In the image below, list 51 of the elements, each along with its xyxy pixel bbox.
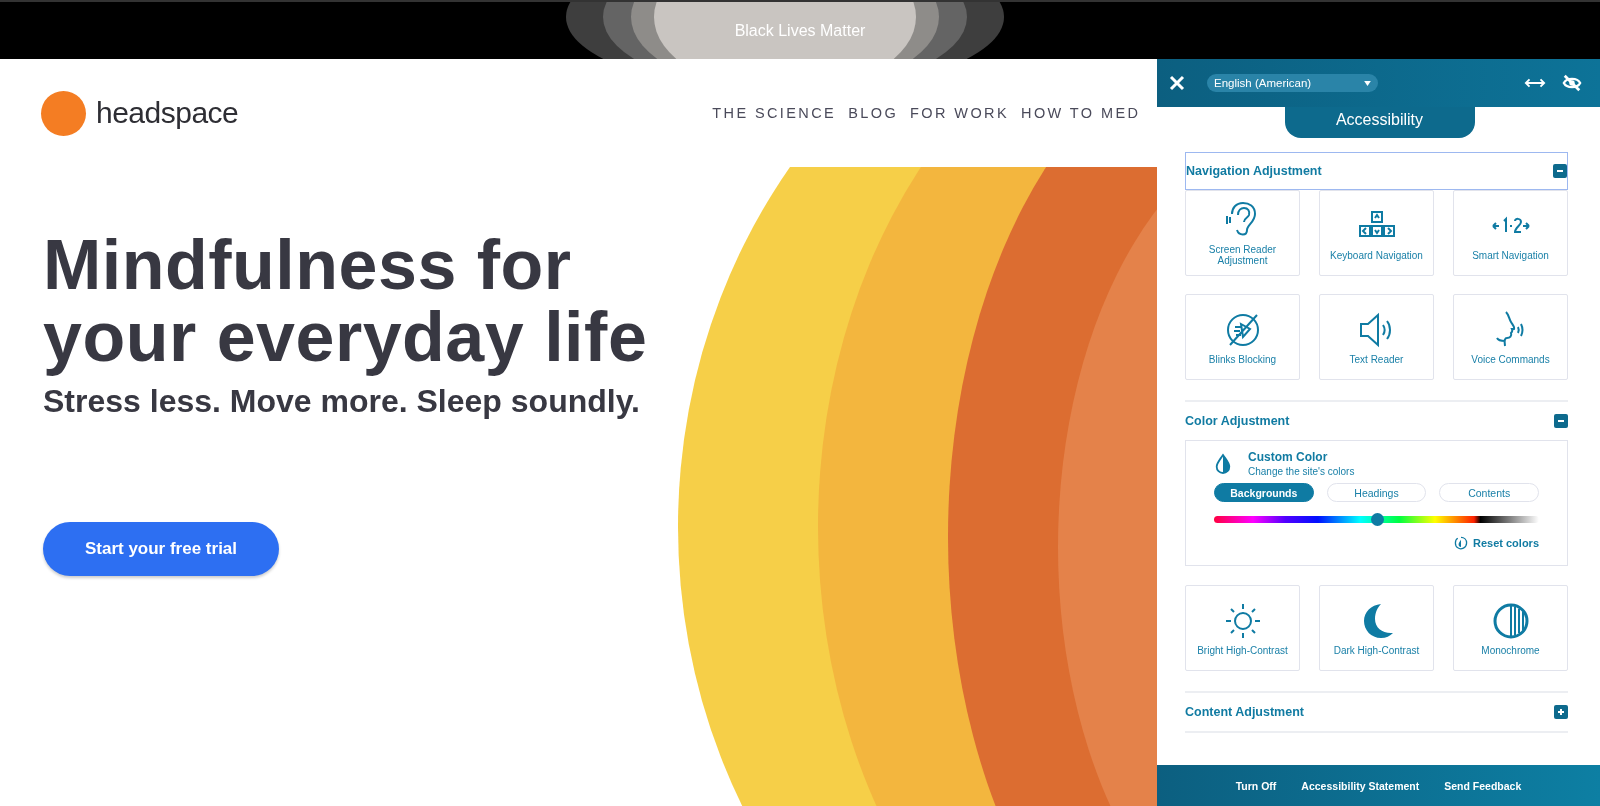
feature-tile[interactable]: Keyboard Navigation (1319, 190, 1434, 276)
tile-label: Keyboard Navigation (1329, 249, 1424, 261)
feature-tile[interactable]: Monochrome (1453, 585, 1568, 671)
logo-text[interactable]: headspace (96, 96, 239, 130)
close-icon[interactable] (1169, 75, 1185, 91)
hero-subtitle: Stress less. Move more. Sleep soundly. (43, 383, 641, 420)
tile-label: Voice Commands (1470, 353, 1551, 365)
feature-tile[interactable]: Blinks Blocking (1185, 294, 1300, 380)
tile-label: Dark High-Contrast (1332, 644, 1421, 656)
tile-label: Bright High-Contrast (1196, 644, 1289, 656)
tile-label: Smart Navigation (1471, 249, 1550, 261)
panel-title: Accessibility (1284, 107, 1475, 138)
collapse-button[interactable] (1553, 164, 1567, 178)
tile-label: Screen Reader Adjustment (1207, 244, 1278, 266)
tile-label: Monochrome (1480, 644, 1541, 656)
slider-thumb[interactable] (1370, 513, 1384, 526)
footer-link[interactable]: Send Feedback (1444, 779, 1522, 792)
section-header[interactable]: Content Adjustment (1185, 691, 1568, 731)
section-header[interactable]: Color Adjustment (1185, 400, 1568, 440)
reset-link[interactable]: Reset colors (1452, 535, 1539, 551)
target-tab[interactable]: Contents (1439, 483, 1539, 502)
tile-label: Blinks Blocking (1207, 353, 1278, 365)
caret-icon (1364, 80, 1371, 86)
nav-link[interactable]: BLOG (848, 105, 899, 121)
resize-icon[interactable] (1524, 76, 1546, 90)
feature-tile[interactable]: Voice Commands (1453, 294, 1568, 380)
feature-tile[interactable]: Screen Reader Adjustment (1185, 190, 1300, 276)
feature-tile[interactable]: Bright High-Contrast (1185, 585, 1300, 671)
language-select[interactable]: English (American) (1207, 74, 1378, 92)
reset-icon (1452, 535, 1469, 551)
nav-link[interactable]: THE SCIENCE (712, 105, 837, 121)
hide-icon[interactable] (1562, 73, 1582, 93)
card-subtitle: Change the site's colors (1248, 466, 1355, 477)
nav-link[interactable]: HOW TO MED (1021, 105, 1141, 121)
card-title: Custom Color (1248, 450, 1329, 464)
expand-button[interactable] (1554, 705, 1568, 719)
collapse-button[interactable] (1554, 414, 1568, 428)
target-tab[interactable]: Backgrounds (1214, 483, 1314, 502)
trial-button[interactable]: Start your free trial (43, 522, 279, 576)
feature-tile[interactable]: Smart Navigation (1453, 190, 1568, 276)
footer-link[interactable]: Accessibility Statement (1301, 779, 1420, 792)
logo-icon[interactable] (41, 90, 86, 136)
color-slider[interactable] (1214, 516, 1539, 523)
footer-link[interactable]: Turn Off (1235, 779, 1277, 792)
feature-tile[interactable]: Dark High-Contrast (1319, 585, 1434, 671)
drop-icon (1214, 452, 1232, 475)
tile-label: Text Reader (1348, 353, 1405, 365)
nav-link[interactable]: FOR WORK (910, 105, 1010, 121)
target-tab[interactable]: Headings (1326, 483, 1427, 502)
feature-tile[interactable]: Text Reader (1319, 294, 1434, 380)
section-header[interactable]: Navigation Adjustment (1185, 152, 1568, 190)
